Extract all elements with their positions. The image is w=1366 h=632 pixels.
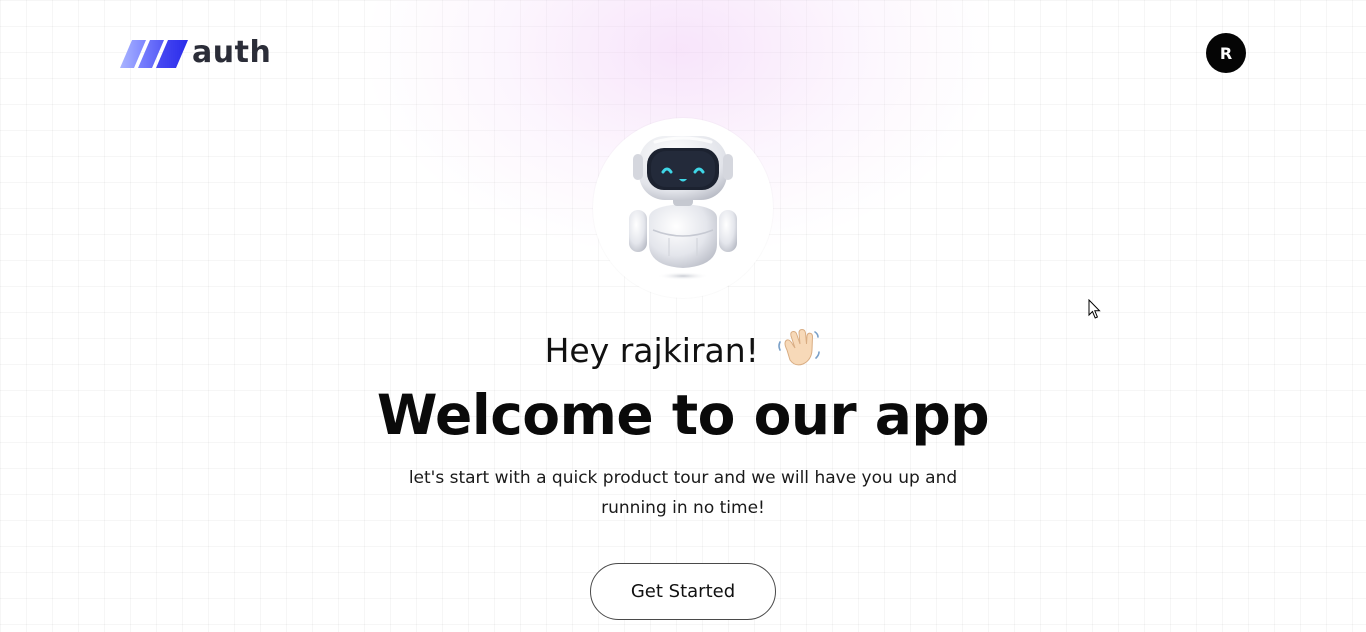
get-started-label: Get Started bbox=[630, 581, 736, 602]
header: auth R bbox=[0, 0, 1366, 100]
waving-hand-icon bbox=[778, 328, 821, 366]
subtitle: let's start with a quick product tour an… bbox=[408, 468, 958, 518]
greeting: Hey rajkiran! bbox=[0, 328, 1366, 374]
robot-icon bbox=[629, 136, 737, 280]
greeting-text: Hey rajkiran! bbox=[544, 331, 759, 370]
logo-stripes-icon bbox=[120, 40, 188, 68]
page: auth R Hey rajkiran! Welcome to our app … bbox=[0, 0, 1366, 632]
get-started-button[interactable]: Get Started bbox=[590, 563, 776, 620]
logo-text: auth bbox=[192, 35, 272, 70]
robot-illustration bbox=[593, 118, 773, 298]
page-title: Welcome to our app bbox=[376, 383, 990, 447]
logo[interactable]: auth bbox=[120, 36, 271, 70]
avatar-initial: R bbox=[1219, 43, 1233, 63]
user-avatar[interactable]: R bbox=[1206, 33, 1246, 73]
mouse-pointer-icon bbox=[1088, 299, 1101, 319]
